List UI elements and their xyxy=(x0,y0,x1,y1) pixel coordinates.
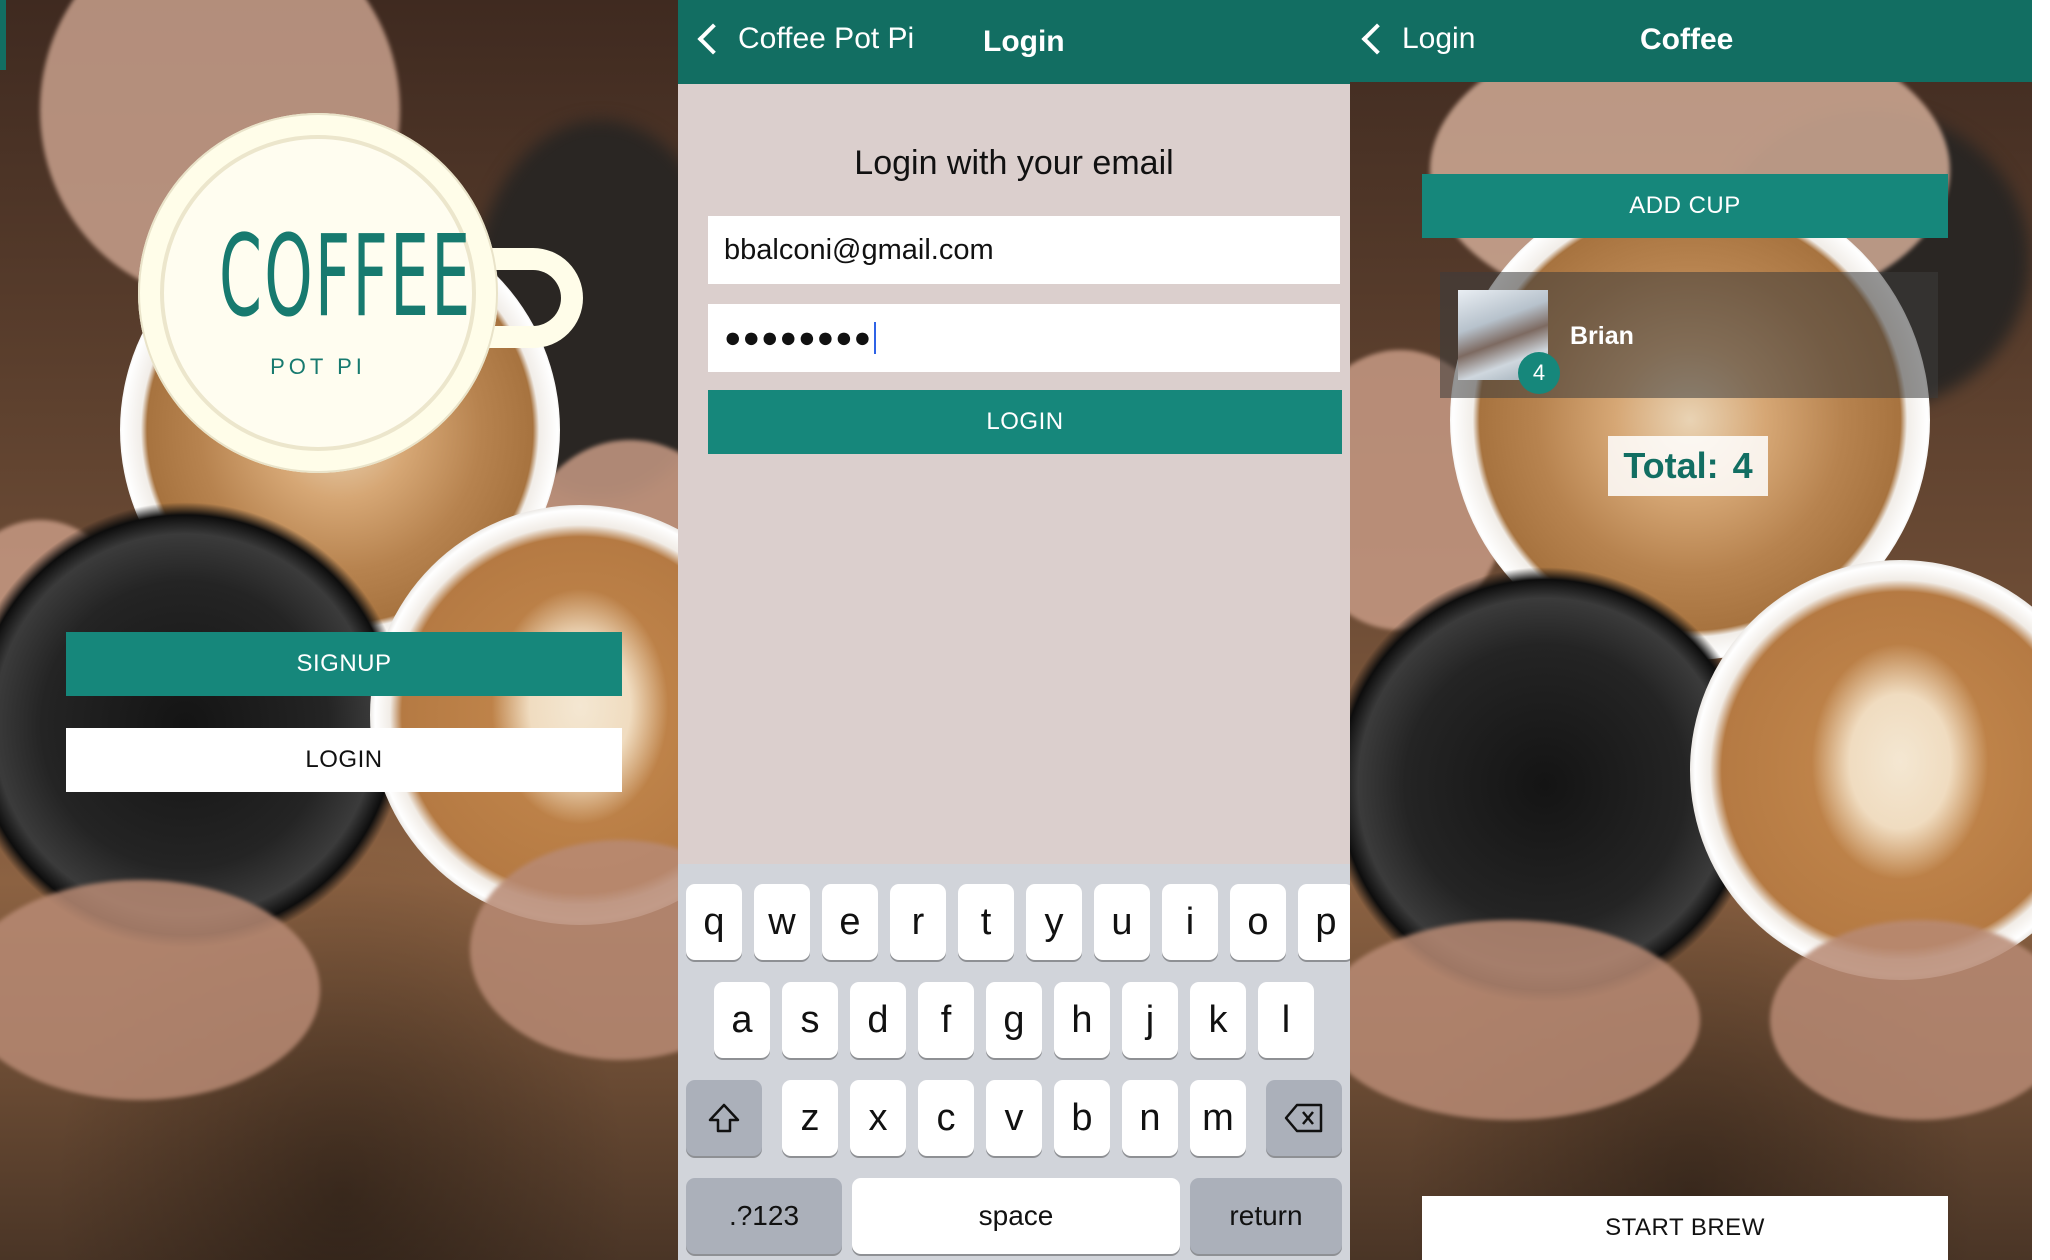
key-b[interactable]: b xyxy=(1054,1080,1110,1156)
key-m[interactable]: m xyxy=(1190,1080,1246,1156)
key-n[interactable]: n xyxy=(1122,1080,1178,1156)
key-f[interactable]: f xyxy=(918,982,974,1058)
back-label: Login xyxy=(1402,22,1476,55)
login-button[interactable]: LOGIN xyxy=(66,728,622,792)
key-k[interactable]: k xyxy=(1190,982,1246,1058)
password-field[interactable]: ●●●●●●●● xyxy=(708,304,1340,372)
page-title: Coffee xyxy=(1640,23,1734,56)
key-d[interactable]: d xyxy=(850,982,906,1058)
add-cup-button[interactable]: ADD CUP xyxy=(1422,174,1948,238)
key-h[interactable]: h xyxy=(1054,982,1110,1058)
text-cursor xyxy=(874,322,877,354)
login-screen: Coffee Pot Pi Login Login with your emai… xyxy=(678,0,1350,1260)
login-submit-button[interactable]: LOGIN xyxy=(708,390,1342,454)
numbers-key[interactable]: .?123 xyxy=(686,1178,842,1254)
back-label: Coffee Pot Pi xyxy=(738,22,915,55)
key-z[interactable]: z xyxy=(782,1080,838,1156)
total-box: Total: 4 xyxy=(1608,436,1768,496)
back-button[interactable]: Login xyxy=(1358,22,1475,56)
back-button[interactable]: Coffee Pot Pi xyxy=(694,22,914,56)
navbar: Coffee Pot Pi Login xyxy=(678,0,1350,84)
key-t[interactable]: t xyxy=(958,884,1014,960)
user-cup-card[interactable]: 4 Brian xyxy=(1440,272,1938,398)
login-heading: Login with your email xyxy=(854,144,1174,182)
key-p[interactable]: p xyxy=(1298,884,1350,960)
user-name: Brian xyxy=(1570,322,1634,350)
email-value: bbalconi@gmail.com xyxy=(724,233,994,266)
chevron-left-icon xyxy=(1361,23,1393,55)
password-value: ●●●●●●●● xyxy=(724,321,873,354)
start-brew-button[interactable]: START BREW xyxy=(1422,1196,1948,1260)
key-v[interactable]: v xyxy=(986,1080,1042,1156)
chevron-left-icon xyxy=(697,23,729,55)
navbar-edge xyxy=(0,0,6,70)
return-key[interactable]: return xyxy=(1190,1178,1342,1254)
navbar: Login Coffee xyxy=(1350,0,2032,82)
key-x[interactable]: x xyxy=(850,1080,906,1156)
backspace-icon xyxy=(1284,1103,1323,1133)
key-i[interactable]: i xyxy=(1162,884,1218,960)
key-q[interactable]: q xyxy=(686,884,742,960)
key-o[interactable]: o xyxy=(1230,884,1286,960)
total-value: 4 xyxy=(1732,445,1753,486)
logo-subtitle: POT PI xyxy=(270,354,366,379)
key-y[interactable]: y xyxy=(1026,884,1082,960)
key-c[interactable]: c xyxy=(918,1080,974,1156)
signup-button[interactable]: SIGNUP xyxy=(66,632,622,696)
backspace-key[interactable] xyxy=(1266,1080,1342,1156)
page-title: Login xyxy=(983,25,1065,58)
cup-count-badge: 4 xyxy=(1518,352,1560,394)
key-s[interactable]: s xyxy=(782,982,838,1058)
key-g[interactable]: g xyxy=(986,982,1042,1058)
coffee-screen: Login Coffee ADD CUP 4 Brian Total: 4 ST… xyxy=(1350,0,2032,1260)
coffee-pot-pi-logo: COFFEE POT PI xyxy=(138,113,583,473)
key-e[interactable]: e xyxy=(822,884,878,960)
shift-icon xyxy=(708,1103,740,1133)
total-label: Total: xyxy=(1623,445,1719,486)
space-key[interactable]: space xyxy=(852,1178,1180,1254)
logo-title: COFFEE xyxy=(219,212,473,342)
welcome-screen: COFFEE POT PI SIGNUP LOGIN xyxy=(0,0,684,1260)
key-a[interactable]: a xyxy=(714,982,770,1058)
key-u[interactable]: u xyxy=(1094,884,1150,960)
key-j[interactable]: j xyxy=(1122,982,1178,1058)
shift-key[interactable] xyxy=(686,1080,762,1156)
key-r[interactable]: r xyxy=(890,884,946,960)
email-field[interactable]: bbalconi@gmail.com xyxy=(708,216,1340,284)
onscreen-keyboard: qwertyuiop asdfghjkl zxcvbnm .?123 space… xyxy=(678,864,1350,1260)
key-l[interactable]: l xyxy=(1258,982,1314,1058)
key-w[interactable]: w xyxy=(754,884,810,960)
